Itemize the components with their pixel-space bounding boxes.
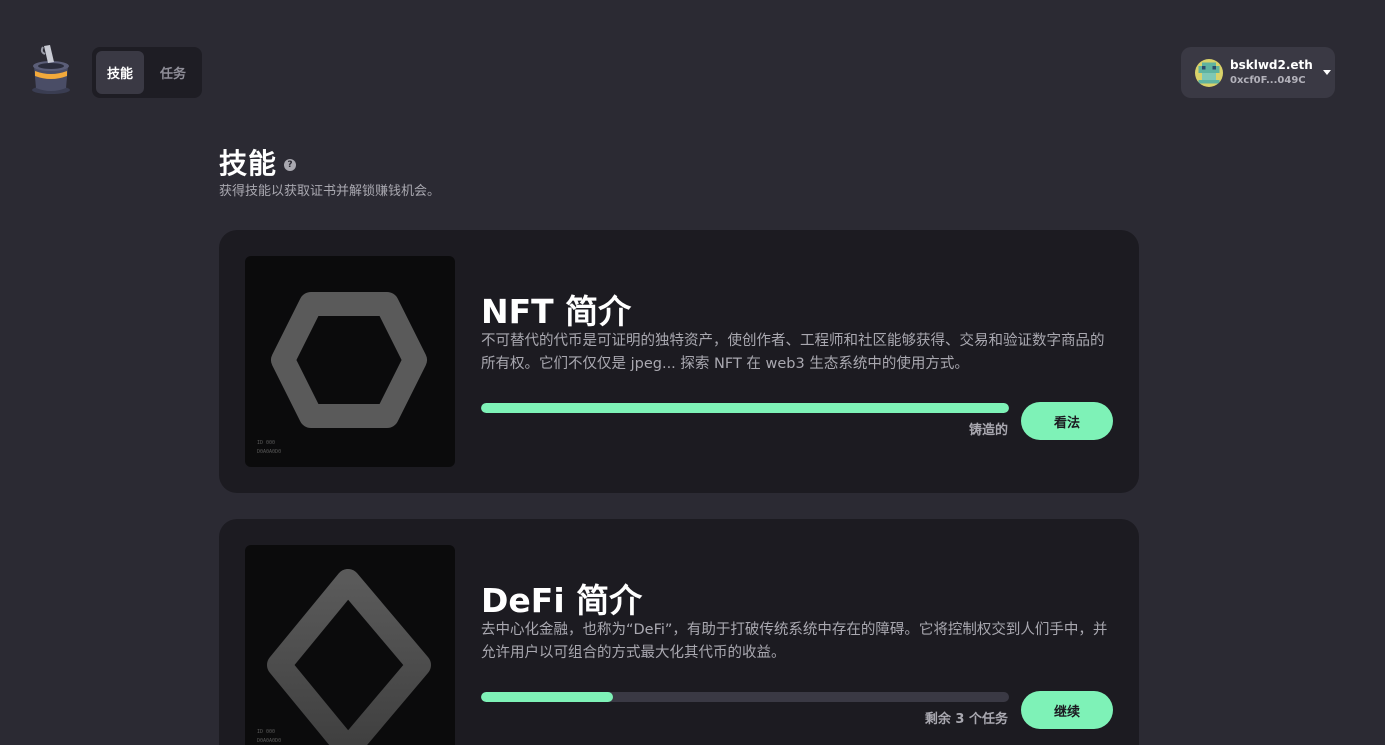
skill-progress-bar [481, 692, 1009, 702]
skill-card-nft[interactable]: ID 000 D0A0A0D0 NFT 简介 不可替代的代币是可证明的独特资产，… [219, 230, 1139, 493]
skills-page: 技能 任务 bsklwd2.eth 0xcf0F...049C 技能 ? 获得技… [0, 0, 1385, 745]
skill-description: 去中心化金融，也称为“DeFi”，有助于打破传统系统中存在的障碍。它将控制权交到… [481, 622, 1108, 661]
nav-tabs: 技能 任务 [92, 47, 202, 98]
skill-status: 剩余 3 个任务 [924, 712, 1008, 727]
skill-progress-bar [481, 403, 1009, 413]
thumb-code: ID 000 D0A0A0D0 [257, 729, 282, 744]
view-button[interactable]: 看法 [1021, 402, 1113, 440]
help-icon[interactable]: ? [284, 159, 297, 171]
page-title-row: 技能 ? [219, 142, 297, 182]
wallet-menu-button[interactable]: bsklwd2.eth 0xcf0F...049C [1181, 47, 1335, 98]
page-title: 技能 [219, 147, 278, 180]
skill-thumbnail: ID 000 D0A0A0D0 [245, 545, 455, 745]
progress-fill [481, 403, 1009, 413]
continue-button[interactable]: 继续 [1021, 691, 1113, 729]
skill-thumbnail: ID 000 D0A0A0D0 [245, 256, 455, 467]
tab-skills[interactable]: 技能 [96, 51, 144, 94]
hexagon-icon [271, 292, 427, 428]
wallet-info: bsklwd2.eth 0xcf0F...049C [1230, 58, 1313, 86]
skill-title: DeFi 简介 [481, 581, 643, 620]
progress-fill [481, 692, 613, 702]
skill-card-defi[interactable]: ID 000 D0A0A0D0 DeFi 简介 去中心化金融，也称为“DeFi”… [219, 519, 1139, 745]
skill-status: 铸造的 [968, 423, 1008, 438]
wallet-address: 0xcf0F...049C [1230, 74, 1306, 86]
caret-down-icon [1322, 70, 1331, 75]
page-subtitle: 获得技能以获取证书并解锁赚钱机会。 [219, 184, 441, 199]
skill-description: 不可替代的代币是可证明的独特资产，使创作者、工程师和社区能够获得、交易和验证数字… [481, 333, 1105, 372]
skill-title: NFT 简介 [481, 292, 632, 331]
diamond-arrow-icon [267, 569, 431, 745]
magic-hat-logo-icon[interactable] [26, 42, 76, 96]
avatar-icon [1195, 58, 1223, 87]
tab-tasks[interactable]: 任务 [148, 51, 198, 94]
thumb-code: ID 000 D0A0A0D0 [257, 440, 282, 455]
wallet-ens-name: bsklwd2.eth [1230, 58, 1313, 73]
